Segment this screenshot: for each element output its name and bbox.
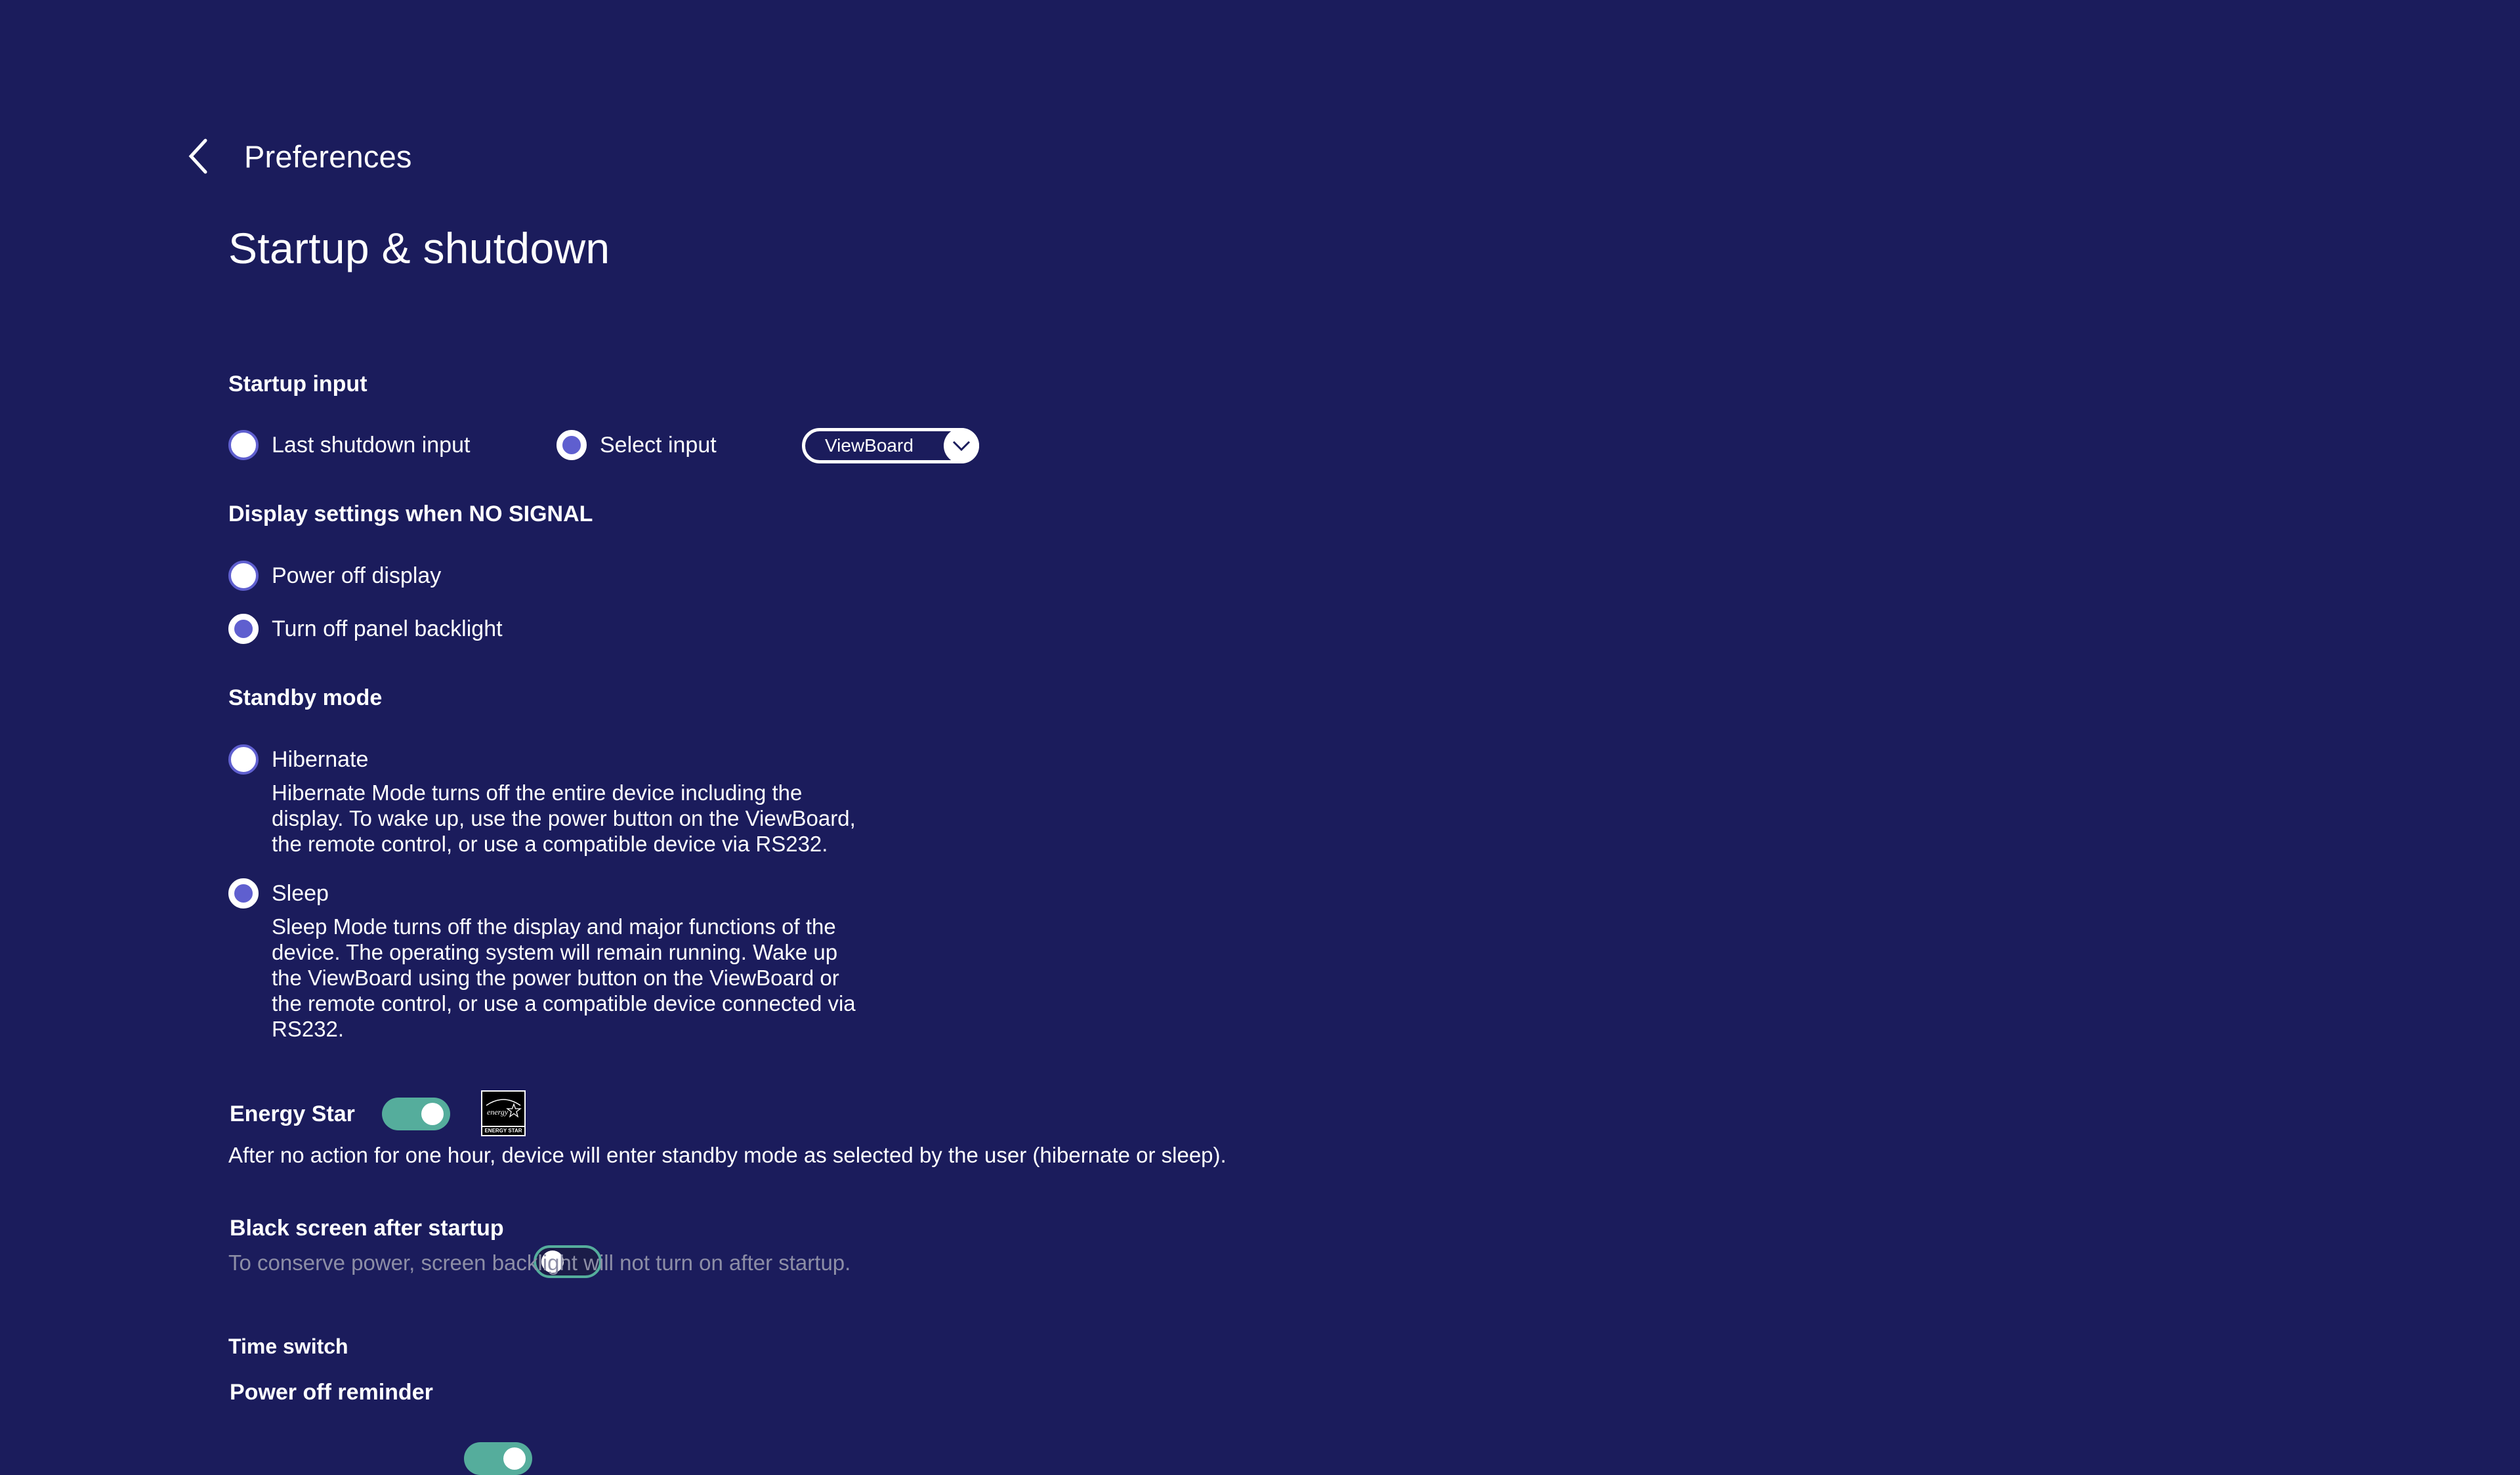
toggle-knob [503,1447,526,1470]
radio-label: Last shutdown input [272,432,471,458]
radio-sleep[interactable]: Sleep [228,878,329,909]
radio-power-off-display[interactable]: Power off display [228,561,441,591]
power-off-reminder-toggle[interactable] [464,1442,532,1475]
radio-unselected[interactable] [228,744,259,775]
radio-label: Sleep [272,880,329,906]
radio-label: Hibernate [272,746,369,772]
energy-star-description: After no action for one hour, device wil… [228,1143,1227,1167]
energy-star-logo: energy ENERGY STAR [481,1090,526,1136]
back-button[interactable]: Preferences [184,137,412,176]
description-line: RS232. [272,1017,345,1041]
back-label: Preferences [244,139,412,174]
radio-select-input[interactable]: Select input [556,430,717,460]
energy-star-icon: energy [482,1092,524,1126]
description-line: Sleep Mode turns off the display and maj… [272,914,836,939]
energy-script: energy [487,1107,509,1117]
black-screen-description: To conserve power, screen backlight will… [228,1251,851,1275]
description-line: Hibernate Mode turns off the entire devi… [272,780,803,805]
description-line: the remote control, or use a compatible … [272,991,856,1015]
radio-selected[interactable] [228,878,259,909]
hibernate-description: Hibernate Mode turns off the entire devi… [272,780,856,857]
energy-star-toggle[interactable] [382,1098,450,1130]
input-source-dropdown[interactable]: ViewBoard [802,428,979,463]
startup-input-heading: Startup input [228,372,368,396]
radio-unselected[interactable] [228,561,259,591]
radio-unselected[interactable] [228,430,259,460]
radio-last-shutdown-input[interactable]: Last shutdown input [228,430,470,460]
radio-label: Power off display [272,563,442,588]
black-screen-label: Black screen after startup [230,1216,504,1241]
energy-star-caption: ENERGY STAR [482,1126,524,1135]
standby-mode-heading: Standby mode [228,685,383,710]
sleep-description: Sleep Mode turns off the display and maj… [272,914,856,1042]
description-line: the ViewBoard using the power button on … [272,966,839,990]
radio-label: Turn off panel backlight [272,616,503,641]
radio-selected[interactable] [556,430,587,460]
description-line: the remote control, or use a compatible … [272,832,828,856]
toggle-knob [421,1103,444,1125]
radio-turn-off-panel-backlight[interactable]: Turn off panel backlight [228,614,503,644]
page-title: Startup & shutdown [228,224,610,272]
radio-label: Select input [600,432,717,458]
description-line: device. The operating system will remain… [272,940,838,964]
radio-selected[interactable] [228,614,259,644]
dropdown-value: ViewBoard [825,435,914,456]
radio-hibernate[interactable]: Hibernate [228,744,368,775]
energy-star-label: Energy Star [230,1101,355,1126]
no-signal-heading: Display settings when NO SIGNAL [228,502,593,526]
chevron-left-icon [184,137,213,176]
description-line: display. To wake up, use the power butto… [272,806,856,830]
chevron-down-icon[interactable] [944,428,979,463]
power-off-reminder-label: Power off reminder [230,1380,433,1405]
time-switch-heading: Time switch [228,1335,348,1358]
